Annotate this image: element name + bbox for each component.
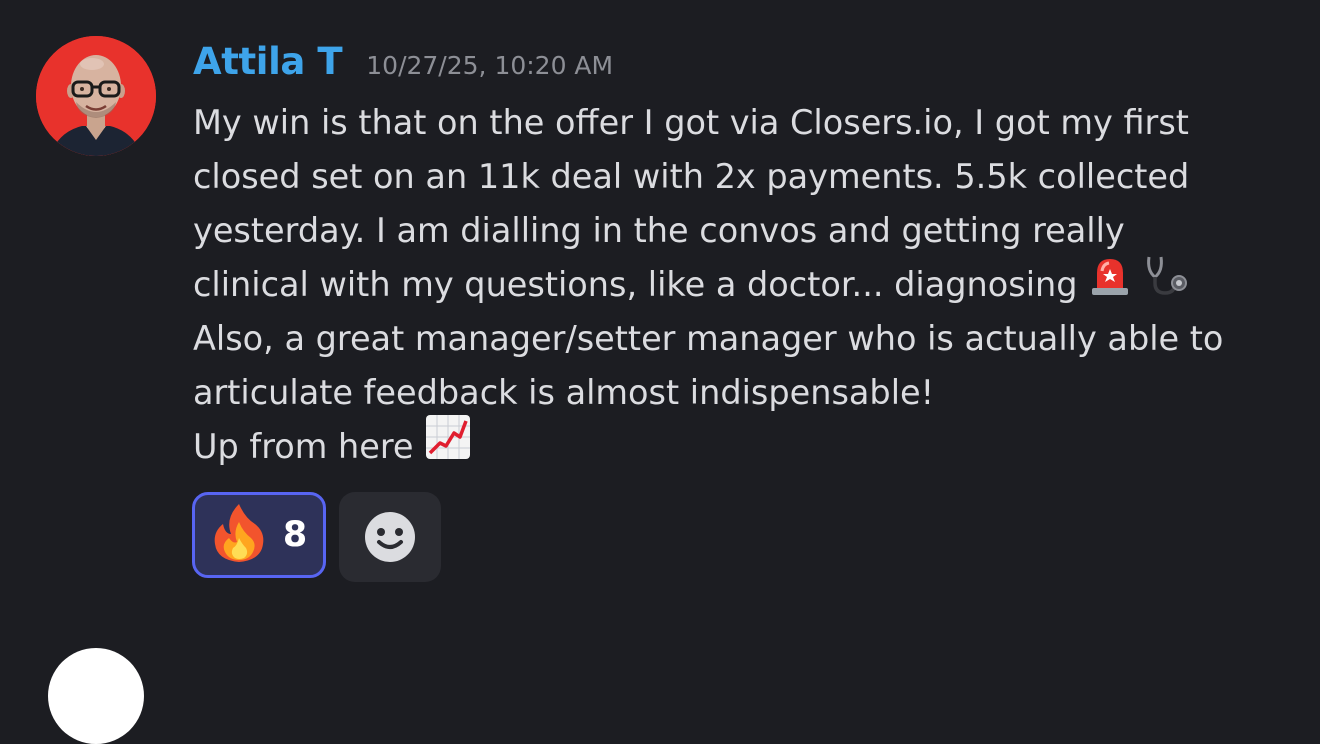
author-avatar[interactable]	[36, 36, 156, 156]
message-line-text: Up from here	[193, 427, 414, 466]
message-header: Attila T 10/27/25, 10:20 AM	[193, 40, 613, 100]
message-content: My win is that on the offer I got via Cl…	[193, 96, 1303, 474]
author-name[interactable]: Attila T	[193, 40, 343, 83]
chat-message: Attila T 10/27/25, 10:20 AM My win is th…	[0, 0, 1320, 744]
message-line-text: clinical with my questions, like a docto…	[193, 265, 1078, 304]
rotating-light-emoji	[1088, 253, 1132, 313]
message-line: closed set on an 11k deal with 2x paymen…	[193, 157, 1190, 196]
message-timestamp: 10/27/25, 10:20 AM	[366, 51, 614, 80]
person-portrait-icon	[36, 36, 156, 156]
reaction-count: 8	[282, 515, 308, 555]
message-line-with-emoji: Up from here	[193, 414, 1303, 474]
next-message-avatar[interactable]	[48, 648, 144, 744]
message-line: My win is that on the offer I got via Cl…	[193, 103, 1189, 142]
reactions-bar: 8	[192, 492, 441, 582]
fire-emoji	[211, 502, 267, 568]
smiley-icon	[365, 512, 415, 562]
message-line-with-emojis: clinical with my questions, like a docto…	[193, 256, 1303, 312]
message-line: Also, a great manager/setter manager who…	[193, 319, 1224, 358]
message-line: yesterday. I am dialling in the convos a…	[193, 211, 1125, 250]
message-line: articulate feedback is almost indispensa…	[193, 373, 935, 412]
chart-increasing-emoji	[424, 413, 472, 477]
reaction-fire[interactable]: 8	[192, 492, 326, 578]
stethoscope-emoji	[1143, 253, 1197, 313]
add-reaction-button[interactable]	[339, 492, 441, 582]
